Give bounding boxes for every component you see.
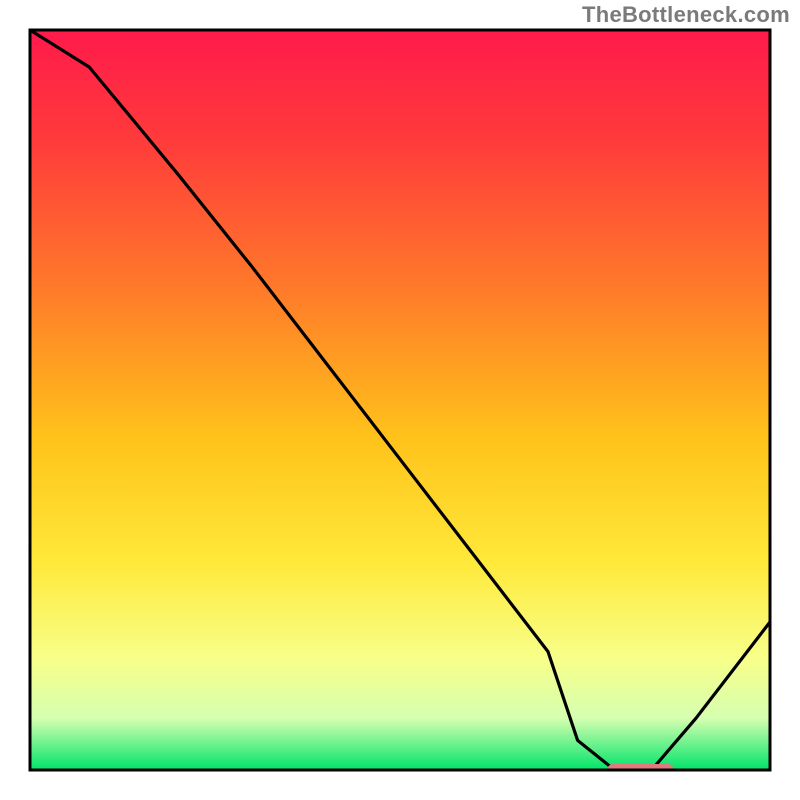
plot-background <box>30 30 770 770</box>
watermark-text: TheBottleneck.com <box>582 2 790 28</box>
bottleneck-chart <box>0 0 800 800</box>
chart-stage: TheBottleneck.com <box>0 0 800 800</box>
